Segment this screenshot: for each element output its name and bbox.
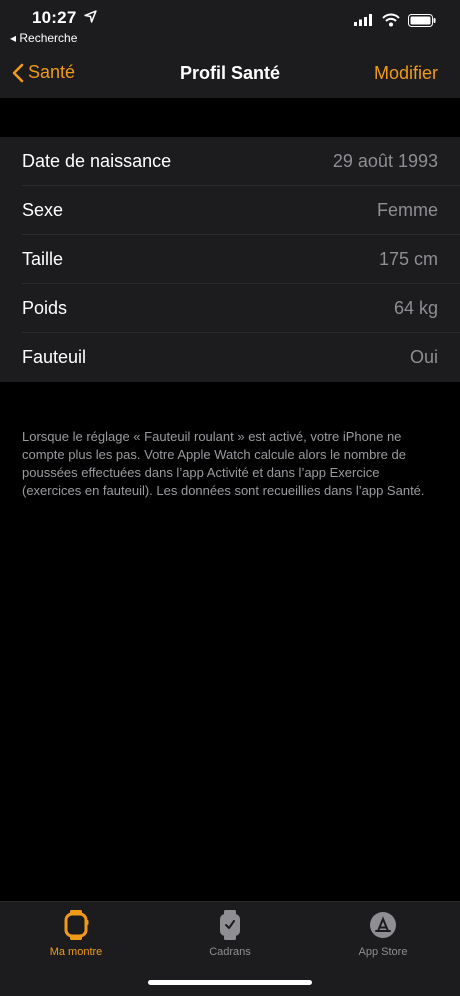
cellular-signal-icon [354,14,372,26]
home-indicator[interactable] [148,980,312,985]
watch-icon [64,910,89,940]
watch-faces-icon [220,910,240,940]
tab-my-watch[interactable]: Ma montre [16,910,136,958]
row-label: Date de naissance [22,151,172,171]
tab-label: Ma montre [49,946,103,958]
tab-watch-faces[interactable]: Cadrans [170,910,290,958]
health-profile-list: Date de naissance 29 août 1993 Sexe Femm… [0,137,460,382]
location-arrow-icon [84,10,97,23]
row-value: Oui [409,347,438,367]
back-to-app-link[interactable]: ◂ Recherche [10,31,77,45]
status-bar: 10:27 ◂ Recherche [0,0,460,50]
profile-row-weight[interactable]: Poids 64 kg [0,284,460,333]
profile-row-wheelchair[interactable]: Fauteuil Oui [0,333,460,382]
wheelchair-footnote: Lorsque le réglage « Fauteuil roulant » … [22,429,425,498]
row-value: 175 cm [378,249,438,269]
row-label: Fauteuil [22,347,87,367]
row-label: Poids [22,298,68,318]
profile-row-sex[interactable]: Sexe Femme [0,186,460,235]
tab-label: Cadrans [209,946,251,958]
battery-icon [408,14,436,27]
row-value: 64 kg [393,298,438,318]
app-store-icon [370,912,396,938]
wifi-icon [382,13,400,27]
tab-app-store[interactable]: App Store [323,910,443,958]
tab-label: App Store [358,946,408,958]
row-value: Femme [376,200,438,220]
profile-row-height[interactable]: Taille 175 cm [0,235,460,284]
row-label: Taille [22,249,64,269]
profile-row-birthdate[interactable]: Date de naissance 29 août 1993 [0,137,460,186]
edit-button[interactable]: Modifier [374,63,438,84]
row-label: Sexe [22,200,64,220]
navigation-bar: Santé Profil Santé Modifier [0,50,460,98]
row-value: 29 août 1993 [332,151,438,171]
status-time: 10:27 [32,8,77,27]
